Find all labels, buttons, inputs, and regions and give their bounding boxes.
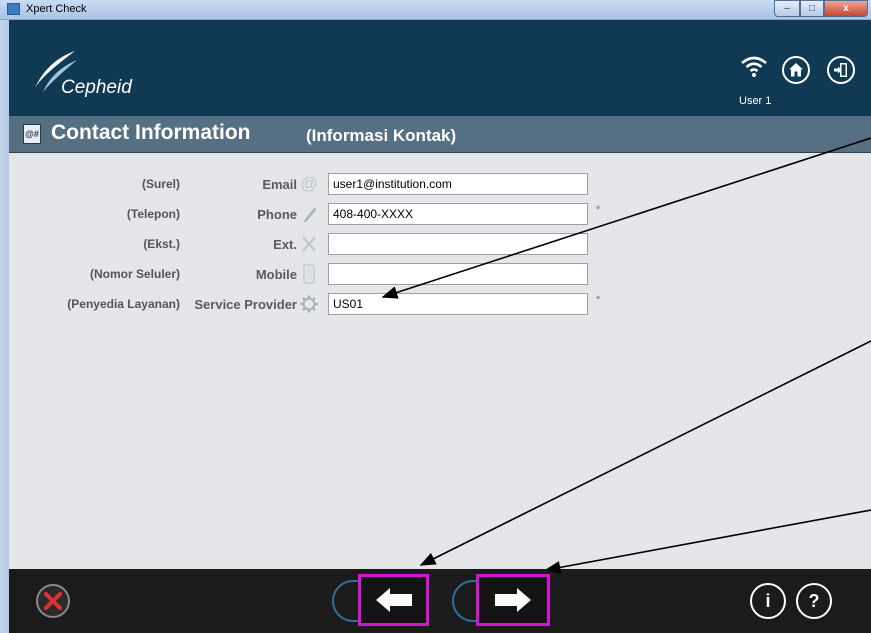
arrow-left-icon	[375, 588, 412, 612]
field-translation: (Penyedia Layanan)	[67, 297, 180, 311]
back-button[interactable]	[358, 574, 429, 626]
required-mark: *	[596, 204, 601, 216]
next-button[interactable]	[476, 574, 550, 626]
field-translation: (Telepon)	[126, 207, 180, 221]
mobile-field[interactable]	[328, 263, 588, 285]
contact-card-icon: @#	[23, 124, 41, 144]
at-icon: @	[300, 174, 318, 193]
form-row-email: (Surel) Email @	[9, 173, 871, 195]
ext-field[interactable]	[328, 233, 588, 255]
minimize-button[interactable]: –	[774, 0, 800, 17]
field-translation: (Ekst.)	[143, 237, 180, 251]
page-title: Contact Information	[51, 121, 251, 144]
field-translation: (Nomor Seluler)	[89, 267, 180, 281]
form-row-phone: (Telepon) Phone *	[9, 203, 871, 225]
close-window-button[interactable]: x	[824, 0, 868, 17]
close-icon	[44, 592, 62, 610]
user-label: User 1	[739, 95, 772, 107]
arrow-right-icon	[495, 588, 531, 612]
logo-text: Cepheid	[61, 77, 132, 98]
form-row-service-provider: (Penyedia Layanan) Service Provider *	[9, 293, 871, 315]
door-exit-icon	[834, 63, 847, 77]
home-button[interactable]	[782, 56, 810, 84]
form-row-mobile: (Nomor Seluler) Mobile	[9, 263, 871, 285]
service-provider-field[interactable]	[328, 293, 588, 315]
field-label: Ext.	[273, 237, 297, 252]
window-frame-left	[0, 20, 9, 633]
header-status-area: User 1	[711, 20, 871, 116]
contact-form: (Surel) Email @ (Telepon) Phone * (Ekst.…	[9, 153, 871, 569]
phone-field[interactable]	[328, 203, 588, 225]
x-icon	[300, 234, 318, 254]
info-button[interactable]: i	[750, 583, 786, 619]
home-icon	[789, 63, 803, 77]
window-titlebar: Xpert Check – □ x	[0, 0, 871, 20]
field-label: Mobile	[255, 267, 297, 282]
cancel-button[interactable]	[36, 584, 70, 618]
email-field[interactable]	[328, 173, 588, 195]
section-header: @# Contact Information (Informasi Kontak…	[9, 116, 871, 153]
footer-bar: i ?	[9, 569, 871, 633]
maximize-button[interactable]: □	[800, 0, 824, 17]
required-mark: *	[596, 294, 601, 306]
window-controls: – □ x	[774, 0, 868, 19]
logout-button[interactable]	[827, 56, 855, 84]
help-button[interactable]: ?	[796, 583, 832, 619]
gear-icon	[300, 294, 318, 314]
page-subtitle: (Informasi Kontak)	[306, 126, 457, 145]
field-translation: (Surel)	[141, 177, 180, 191]
field-label: Service Provider	[194, 297, 297, 312]
phone-icon	[300, 204, 318, 224]
mobile-icon	[300, 264, 318, 284]
app-header: Cepheid User 1	[9, 20, 871, 116]
window-title: Xpert Check	[26, 3, 87, 15]
app-icon	[7, 3, 20, 15]
field-label: Email	[262, 177, 297, 192]
form-row-ext: (Ekst.) Ext.	[9, 233, 871, 255]
field-label: Phone	[257, 207, 297, 222]
wifi-icon	[741, 56, 767, 77]
